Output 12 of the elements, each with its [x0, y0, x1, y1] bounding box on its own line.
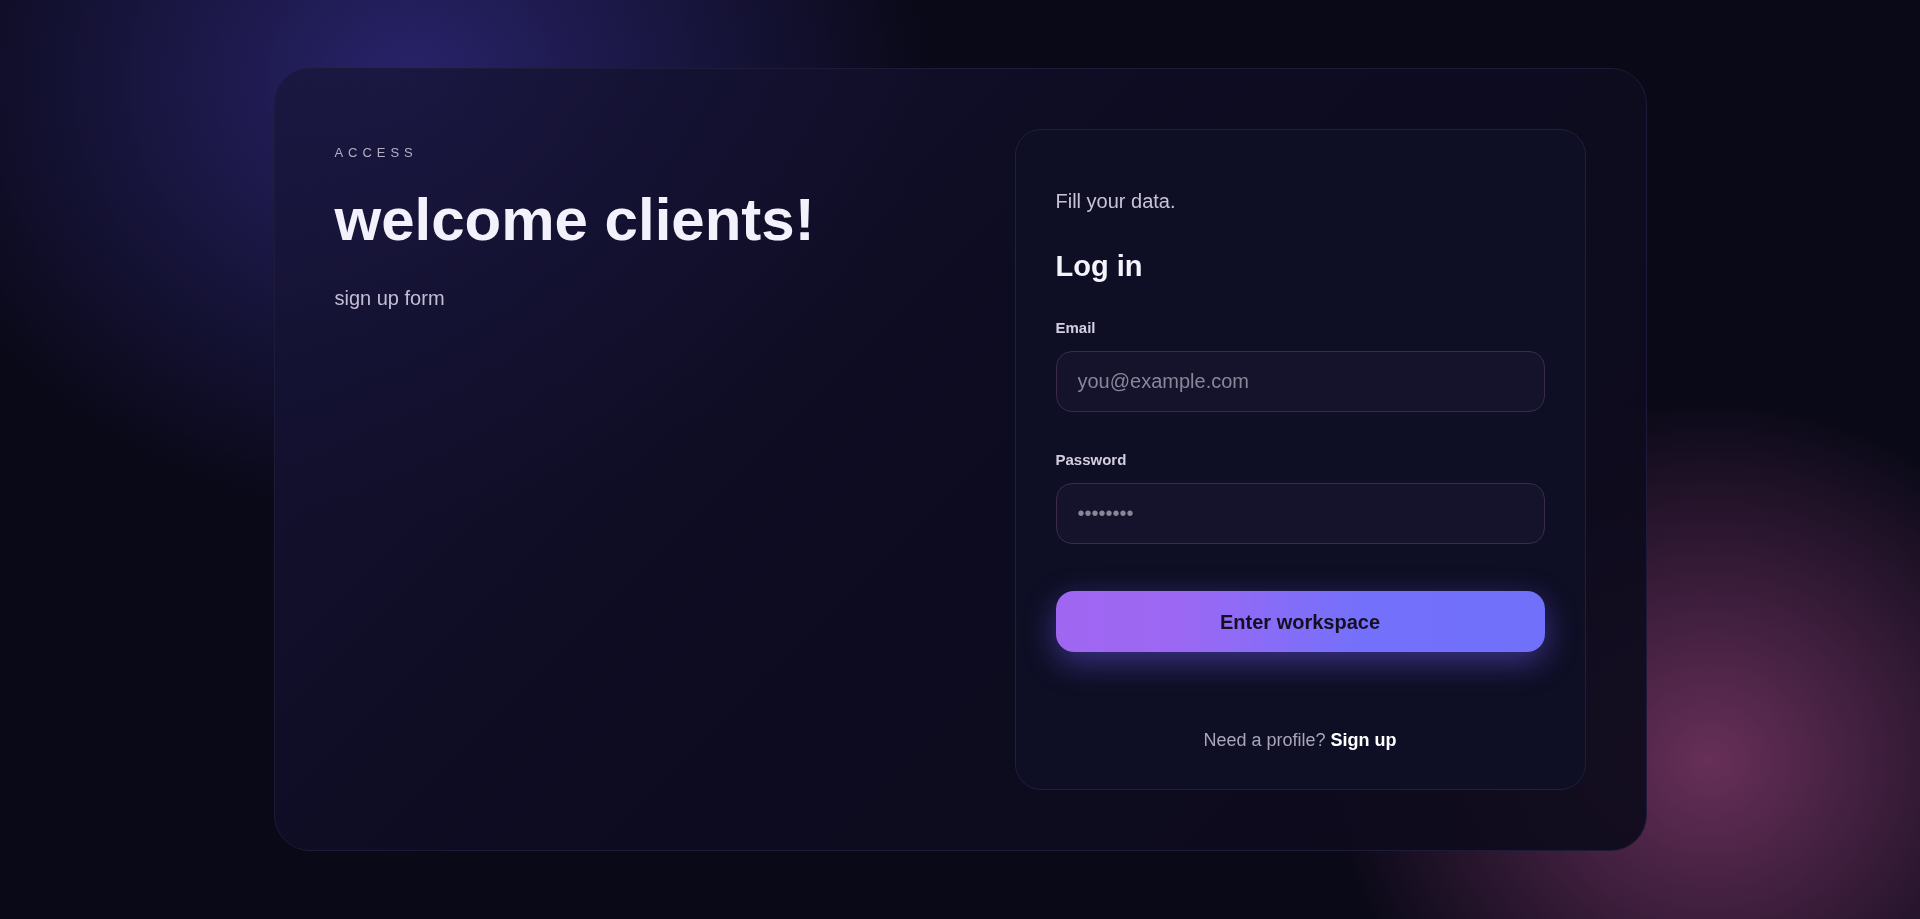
password-input[interactable]: •••••••• — [1055, 483, 1545, 544]
eyebrow-text: ACCESS — [334, 144, 418, 162]
field-label: Password — [1055, 450, 1127, 470]
intro-text: Fill your data. — [1055, 189, 1176, 214]
welcome-heading: welcome clients! — [334, 187, 815, 253]
email-input[interactable]: you@example.com — [1055, 351, 1545, 412]
form-title: Log in — [1055, 249, 1143, 284]
submit-button[interactable]: Enter workspace — [1055, 591, 1545, 652]
sign-up-link[interactable]: Sign up — [1330, 728, 1397, 752]
footer-text: Need a profile? — [1203, 729, 1326, 752]
subtitle-text: sign up form — [334, 286, 445, 311]
field-label: Email — [1055, 318, 1096, 338]
